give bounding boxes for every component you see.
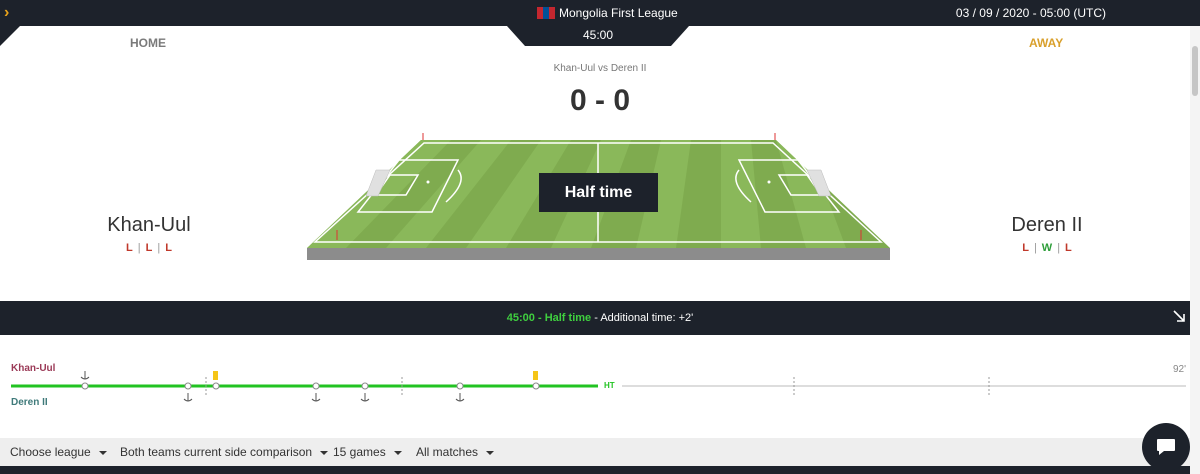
away-team-name: Deren II <box>1011 214 1083 236</box>
games-dropdown[interactable]: 15 games <box>333 445 402 459</box>
form-result: W <box>1041 242 1053 254</box>
score: 0 - 0 <box>569 84 631 117</box>
form-result: L <box>126 242 133 254</box>
form-result: L <box>1065 242 1072 254</box>
home-team: Khan-Uul L | L | L <box>59 214 239 254</box>
match-clock: 45:00 <box>582 28 614 42</box>
status-text: 45:00 - Half time - Additional time: +2' <box>0 312 1200 324</box>
league-name: Mongolia First League <box>559 6 678 20</box>
away-label: AWAY <box>1029 36 1064 50</box>
match-datetime: 03 / 09 / 2020 - 05:00 (UTC) <box>955 6 1106 20</box>
form-result: L <box>165 242 172 254</box>
match-title: Khan-Uul vs Deren II <box>553 63 647 74</box>
status-phase: Half time <box>544 312 592 324</box>
status-time: 45:00 <box>506 312 535 324</box>
mongolia-flag-icon <box>537 7 555 19</box>
league-title[interactable]: Mongolia First League <box>537 4 678 22</box>
status-dash: - <box>534 312 545 324</box>
home-form: L | L | L <box>126 242 172 254</box>
home-label: HOME <box>130 36 166 50</box>
top-bar: › Mongolia First League 03 / 09 / 2020 -… <box>0 0 1200 26</box>
footer-strip <box>0 466 1200 474</box>
home-team-name: Khan-Uul <box>107 214 191 236</box>
away-form: L | W | L <box>1022 242 1072 254</box>
league-dropdown[interactable]: Choose league <box>10 445 107 459</box>
top-left-corner <box>0 26 20 46</box>
chevron-right-icon[interactable]: › <box>4 3 20 23</box>
scrollbar-thumb[interactable] <box>1192 46 1198 96</box>
chat-bubble-icon[interactable] <box>1142 423 1190 471</box>
match-page: › Mongolia First League 03 / 09 / 2020 -… <box>0 0 1200 474</box>
scrollbar[interactable] <box>1190 26 1200 474</box>
form-result: L <box>145 242 153 254</box>
status-extra: - Additional time: +2' <box>591 312 694 324</box>
halftime-marker: HT <box>604 381 615 390</box>
timeline-track <box>11 371 1186 402</box>
arrow-down-right-icon[interactable] <box>1172 309 1188 325</box>
comparison-dropdown[interactable]: Both teams current side comparison <box>120 445 328 459</box>
away-team: Deren II L | W | L <box>957 214 1137 254</box>
match-timeline: Khan-Uul Deren II 92' HT <box>0 355 1200 425</box>
filter-bar: Choose league Both teams current side co… <box>0 438 1200 466</box>
status-bar: 45:00 - Half time - Additional time: +2' <box>0 301 1200 335</box>
matches-dropdown[interactable]: All matches <box>416 445 494 459</box>
form-result: L <box>1022 242 1029 254</box>
match-status-box: Half time <box>539 173 658 212</box>
